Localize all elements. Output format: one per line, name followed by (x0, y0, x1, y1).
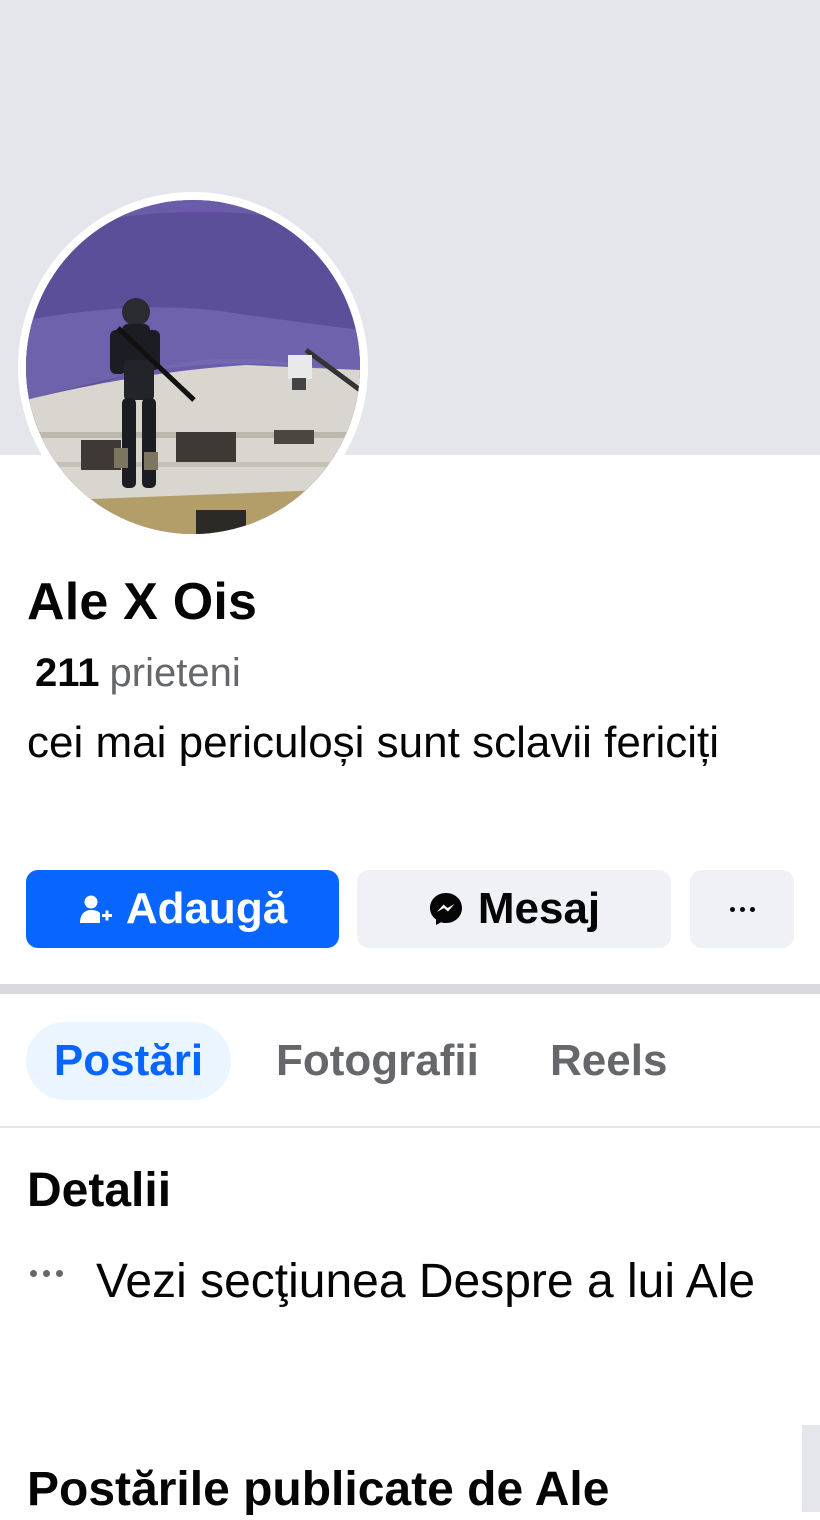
add-friend-label: Adaugă (125, 884, 288, 933)
tab-reels[interactable]: Reels (550, 1022, 667, 1100)
tab-photos[interactable]: Fotografii (276, 1022, 479, 1100)
section-divider (0, 984, 820, 994)
avatar-image (26, 200, 360, 534)
message-label: Mesaj (477, 884, 601, 933)
details-heading: Detalii (27, 1164, 172, 1217)
add-friend-button[interactable]: Adaugă (26, 870, 339, 948)
tab-posts[interactable]: Postări (26, 1022, 231, 1100)
scrollbar[interactable] (802, 1425, 820, 1512)
messenger-icon (428, 891, 464, 927)
add-friend-icon (78, 892, 112, 926)
friends-count-value: 211 (35, 651, 100, 695)
friends-label: prieteni (109, 651, 241, 695)
more-dots-icon (30, 1270, 63, 1277)
friends-count[interactable]: 211 prieteni (35, 648, 241, 698)
message-button[interactable]: Mesaj (357, 870, 671, 948)
profile-name: Ale X Ois (27, 573, 258, 631)
profile-avatar[interactable] (26, 200, 360, 534)
tabs-divider (0, 1126, 820, 1128)
profile-bio: cei mai periculoși sunt sclavii fericiți (27, 718, 719, 767)
more-dots-icon (729, 906, 755, 912)
see-about-link[interactable]: Vezi secţiunea Despre a lui Ale (96, 1250, 776, 1314)
more-options-button[interactable] (690, 870, 794, 948)
posts-heading: Postările publicate de Ale (27, 1463, 610, 1516)
